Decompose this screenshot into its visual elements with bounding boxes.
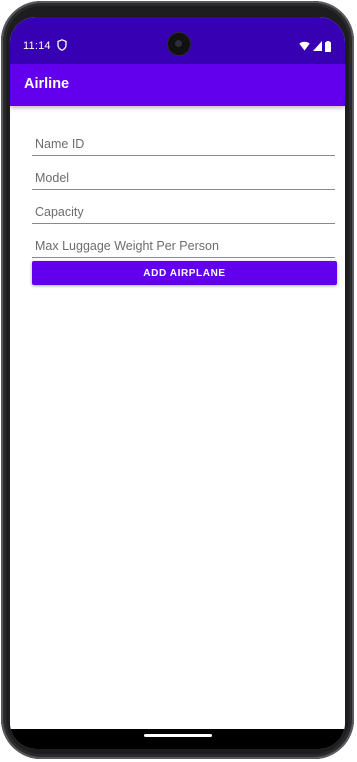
battery-icon <box>325 40 331 52</box>
shield-icon <box>57 39 67 51</box>
model-field-container <box>32 156 338 190</box>
capacity-field-container <box>32 190 338 224</box>
max-luggage-field-container <box>32 224 338 258</box>
home-gesture-handle[interactable] <box>144 734 212 737</box>
status-bar: 11:14 <box>10 17 345 64</box>
screen: 11:14 Airline Name ID Model Capacity Max… <box>10 17 345 749</box>
model-field[interactable] <box>32 168 338 188</box>
signal-icon <box>313 41 322 51</box>
phone-frame: 11:14 Airline Name ID Model Capacity Max… <box>1 1 354 759</box>
app-bar: Airline <box>10 64 345 106</box>
capacity-field[interactable] <box>32 202 338 222</box>
navigation-bar <box>10 729 345 749</box>
status-time: 11:14 <box>23 40 51 52</box>
wifi-icon <box>299 41 310 51</box>
status-icons <box>299 40 331 52</box>
add-airplane-button[interactable]: ADD AIRPLANE <box>32 261 337 285</box>
app-title: Airline <box>24 76 70 92</box>
name-id-field-container <box>32 122 338 156</box>
name-id-field[interactable] <box>32 134 338 154</box>
camera-cutout <box>168 33 190 55</box>
add-airplane-form: ADD AIRPLANE <box>32 122 338 285</box>
max-luggage-field[interactable] <box>32 236 338 256</box>
